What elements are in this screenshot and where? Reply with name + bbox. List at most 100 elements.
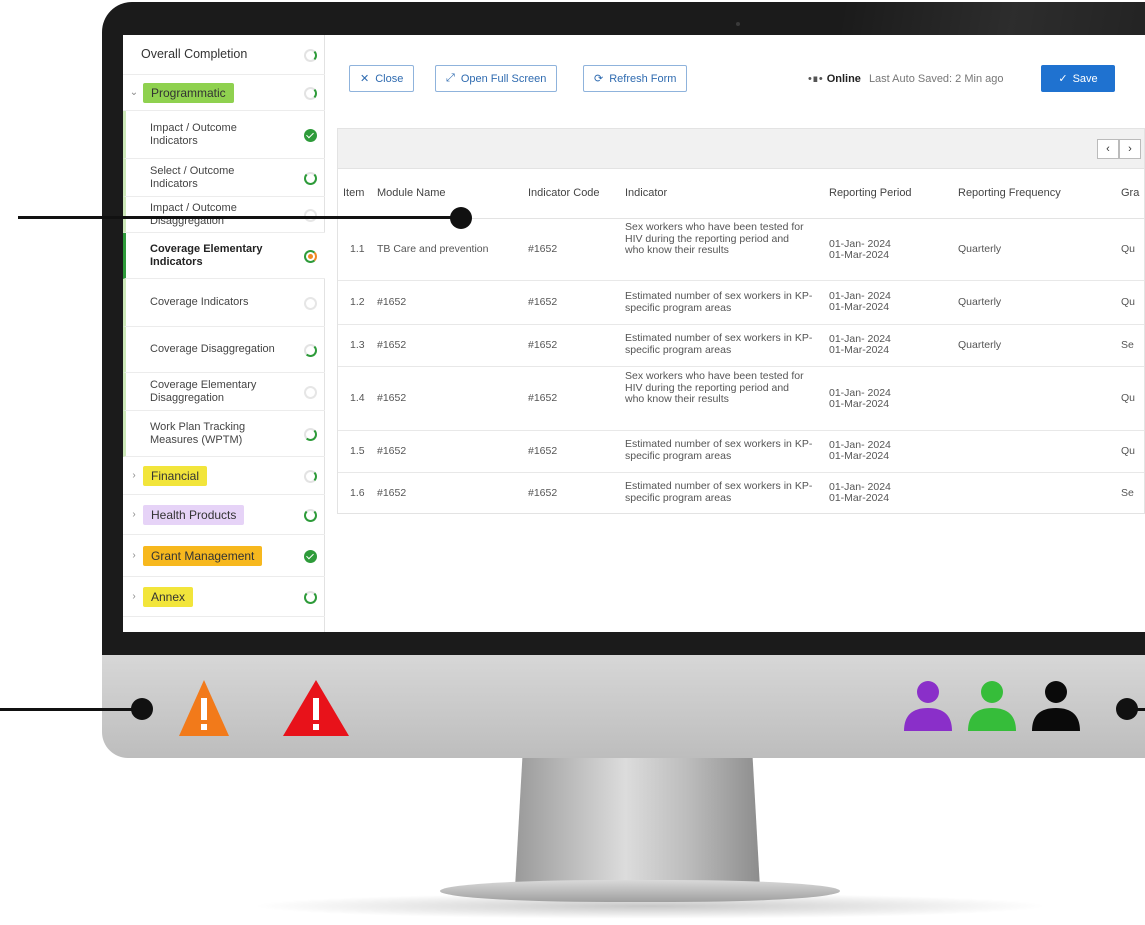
chevron-right-icon: ›	[132, 470, 136, 481]
sidebar-item-label: Coverage Elementary Indicators	[150, 243, 263, 268]
sidebar-section-financial[interactable]: › Financial	[123, 457, 325, 495]
refresh-form-button[interactable]: ⟳ Refresh Form	[583, 65, 688, 92]
code-cell: #1652	[528, 392, 558, 404]
user-icon[interactable]	[1030, 680, 1082, 732]
table-row[interactable]: 1.3 #1652 #1652 Estimated number of sex …	[338, 325, 1144, 367]
refresh-form-label: Refresh Form	[609, 72, 677, 85]
sidebar: Overall Completion ⌄ Programmatic Impact…	[123, 35, 325, 632]
column-header: Gra	[1121, 187, 1140, 199]
module-cell: #1652	[377, 487, 407, 499]
error-icon[interactable]	[282, 678, 350, 738]
monitor-illustration: Overall Completion ⌄ Programmatic Impact…	[0, 0, 1145, 925]
module-cell: #1652	[377, 445, 407, 457]
sidebar-section-programmatic[interactable]: ⌄ Programmatic	[123, 75, 325, 111]
close-icon: ✕	[360, 73, 370, 85]
sidebar-section-label: Annex	[143, 586, 194, 607]
progress-ring-icon	[304, 386, 317, 399]
gra-cell: Qu	[1121, 392, 1136, 404]
gra-cell: Qu	[1121, 445, 1136, 457]
sidebar-item-select-outcome-indicators[interactable]: Select / Outcome Indicators	[123, 159, 325, 197]
progress-ring-icon	[304, 49, 317, 62]
progress-ring-icon	[304, 470, 317, 483]
sidebar-item-label: Impact / Outcome Disaggregation	[150, 202, 237, 227]
gra-cell: Qu	[1121, 243, 1136, 255]
sidebar-item-label: Coverage Indicators	[150, 296, 249, 309]
sidebar-item-label: Coverage Elementary Disaggregation	[150, 379, 257, 404]
item-cell: 1.2	[350, 296, 365, 308]
column-header: Indicator Code	[528, 187, 600, 199]
sidebar-item-label: Select / Outcome Indicators	[150, 165, 235, 190]
user-icon[interactable]	[966, 680, 1018, 732]
sidebar-section-grant-management[interactable]: › Grant Management	[123, 535, 325, 577]
table-row[interactable]: 1.2 #1652 #1652 Estimated number of sex …	[338, 281, 1144, 325]
indicator-cell: Estimated number of sex workers in KP-sp…	[625, 290, 813, 314]
monitor-base	[440, 880, 840, 902]
camera-dot	[736, 22, 740, 26]
indicator-table: ‹ › Item Module Name Indicator Code Indi…	[337, 128, 1145, 514]
sidebar-section-label: Financial	[143, 465, 208, 486]
sidebar-item-impact-outcome-indicators[interactable]: Impact / Outcome Indicators	[123, 111, 325, 159]
save-button[interactable]: ✓ Save	[1041, 65, 1115, 92]
monitor-stand	[515, 758, 760, 888]
period-end-cell: 01-Mar-2024	[829, 301, 890, 313]
app-screen: Overall Completion ⌄ Programmatic Impact…	[123, 35, 1145, 632]
autosave-text: Last Auto Saved: 2 Min ago	[868, 73, 1004, 85]
period-end-cell: 01-Mar-2024	[829, 249, 890, 261]
sidebar-section-annex[interactable]: › Annex	[123, 577, 325, 617]
user-icon[interactable]	[902, 680, 954, 732]
table-row[interactable]: 1.5 #1652 #1652 Estimated number of sex …	[338, 431, 1144, 473]
open-full-screen-label: Open Full Screen	[460, 72, 547, 85]
frequency-cell: Quarterly	[958, 339, 1002, 351]
sidebar-item-impact-outcome-disaggregation[interactable]: Impact / Outcome Disaggregation	[123, 197, 325, 233]
chevron-down-icon: ⌄	[129, 87, 139, 98]
code-cell: #1652	[528, 339, 558, 351]
column-header: Reporting Period	[829, 187, 912, 199]
pager: ‹ ›	[1097, 139, 1141, 159]
table-row[interactable]: 1.6 #1652 #1652 Estimated number of sex …	[338, 473, 1144, 513]
module-cell: #1652	[377, 339, 407, 351]
overall-completion-row: Overall Completion	[123, 35, 325, 75]
open-full-screen-button[interactable]: ⤢ Open Full Screen	[435, 65, 558, 92]
gra-cell: Se	[1121, 339, 1134, 351]
progress-ring-icon	[304, 297, 317, 310]
period-end-cell: 01-Mar-2024	[829, 492, 890, 504]
chevron-right-icon: ›	[132, 509, 136, 520]
close-label: Close	[375, 72, 404, 85]
warning-icon[interactable]	[178, 678, 230, 738]
save-label: Save	[1072, 72, 1098, 85]
chevron-right-icon: ›	[132, 550, 136, 561]
code-cell: #1652	[528, 487, 558, 499]
online-label: Online	[826, 73, 861, 85]
callout-line	[0, 708, 140, 711]
indicator-cell: Sex workers who have been tested for HIV…	[625, 370, 804, 405]
indicator-cell: Estimated number of sex workers in KP-sp…	[625, 438, 813, 462]
refresh-icon: ⟳	[594, 73, 604, 85]
column-header: Indicator	[625, 187, 668, 199]
sidebar-item-coverage-disaggregation[interactable]: Coverage Disaggregation	[123, 327, 325, 373]
code-cell: #1652	[528, 445, 558, 457]
module-cell: #1652	[377, 392, 407, 404]
sidebar-item-label: Work Plan Tracking Measures (WPTM)	[150, 421, 246, 446]
table-toolbar: ‹ ›	[338, 129, 1144, 169]
table-row[interactable]: 1.4 #1652 #1652 Sex workers who have bee…	[338, 367, 1144, 431]
frequency-cell: Quarterly	[958, 296, 1002, 308]
sidebar-item-coverage-elementary-indicators[interactable]: Coverage Elementary Indicators	[123, 233, 325, 279]
item-cell: 1.6	[350, 487, 365, 499]
sidebar-item-wptm[interactable]: Work Plan Tracking Measures (WPTM)	[123, 411, 325, 457]
next-page-button[interactable]: ›	[1119, 139, 1141, 159]
progress-ring-icon	[304, 344, 317, 357]
callout-dot	[131, 698, 153, 720]
item-cell: 1.3	[350, 339, 365, 351]
indicator-cell: Estimated number of sex workers in KP-sp…	[625, 480, 813, 504]
progress-ring-icon	[304, 428, 317, 441]
sidebar-item-coverage-elementary-disaggregation[interactable]: Coverage Elementary Disaggregation	[123, 373, 325, 411]
close-button[interactable]: ✕ Close	[349, 65, 415, 92]
item-cell: 1.5	[350, 445, 365, 457]
sidebar-section-health-products[interactable]: › Health Products	[123, 495, 325, 535]
progress-ring-icon	[304, 172, 317, 185]
sidebar-item-coverage-indicators[interactable]: Coverage Indicators	[123, 279, 325, 327]
expand-icon: ⤢	[446, 72, 455, 84]
check-icon: ✓	[1058, 73, 1068, 85]
prev-page-button[interactable]: ‹	[1097, 139, 1119, 159]
callout-line	[18, 216, 462, 219]
